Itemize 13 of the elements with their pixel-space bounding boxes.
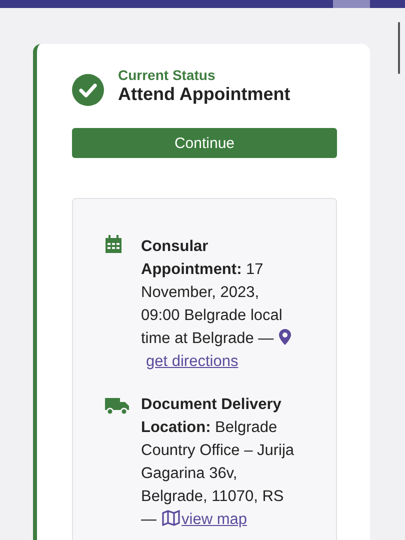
calendar-icon — [105, 235, 122, 253]
header-button[interactable] — [333, 0, 370, 8]
truck-icon — [105, 397, 129, 415]
pin-icon — [278, 329, 291, 345]
scrollbar[interactable] — [398, 22, 400, 74]
status-title: Attend Appointment — [118, 83, 290, 105]
status-label: Current Status — [118, 67, 216, 83]
map-icon — [162, 510, 180, 526]
continue-button[interactable]: Continue — [72, 128, 337, 158]
detail-link[interactable]: get directions — [146, 353, 238, 370]
detail-text: Document Delivery Location: Belgrade Country Office – Jurija Gagarina 36v, Belgrade, 11070, RS — view map — [141, 395, 296, 530]
detail-text: Consular Appointment: 17 November, 2023, 09:00 Belgrade local time at Belgrade — get directions — [141, 235, 299, 373]
detail-link[interactable]: view map — [162, 511, 247, 528]
